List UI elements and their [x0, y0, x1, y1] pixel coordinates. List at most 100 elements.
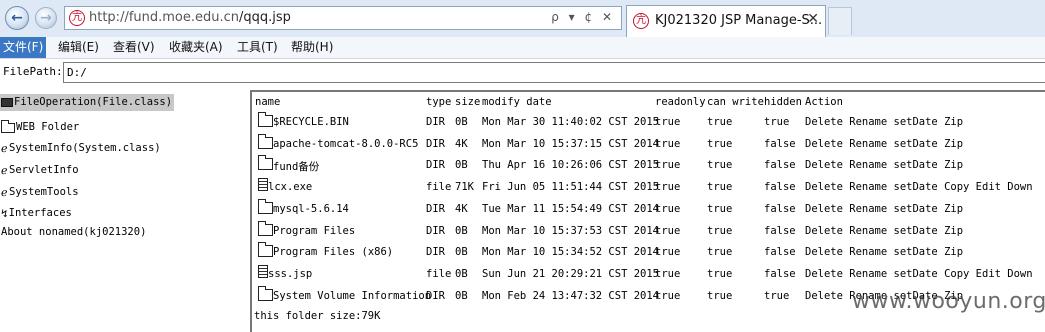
cell-can-write: true	[707, 246, 733, 259]
filepath-label: FilePath:	[3, 65, 63, 78]
folder-size: this folder size:79K	[254, 310, 381, 322]
cell-type: DIR	[426, 224, 445, 237]
cell-name-link[interactable]: Program Files	[273, 225, 355, 237]
tab-close-icon[interactable]: ✕	[807, 11, 819, 27]
cell-actions[interactable]: Delete Rename setDate Copy Edit Down	[805, 268, 1033, 280]
cell-modify-date: Fri Jun 05 11:51:44 CST 2015	[482, 181, 660, 194]
cell-can-write: true	[707, 267, 733, 280]
cell-name-link[interactable]: System Volume Information	[273, 290, 431, 302]
cell-actions[interactable]: Delete Rename setDate Zip	[805, 225, 963, 237]
cell-name-link[interactable]: sss.jsp	[268, 268, 312, 280]
cell-can-write: true	[707, 224, 733, 237]
file-icon	[258, 178, 268, 192]
table-row: Program Files DIR 0B Mon Mar 10 15:37:53 CS…	[252, 220, 1045, 242]
cell-modify-date: Mon Mar 10 15:37:15 CST 2014	[482, 137, 660, 150]
cell-name-link[interactable]: fund备份	[273, 159, 319, 174]
cell-type: DIR	[426, 202, 445, 215]
cell-can-write: true	[707, 137, 733, 150]
menu-file[interactable]: 文件(F)	[0, 37, 47, 58]
cell-actions[interactable]: Delete Rename setDate Copy Edit Down	[805, 181, 1033, 193]
address-bar[interactable]: 亢 http://fund.moe.edu.cn/qqq.jsp ρ ▾ ¢ ✕	[64, 6, 622, 30]
cell-actions[interactable]: Delete Rename setDate Zip	[805, 159, 963, 171]
cell-can-write: true	[707, 289, 733, 302]
cell-size: 0B	[455, 159, 468, 172]
cell-hidden: false	[764, 267, 796, 280]
cell-actions[interactable]: Delete Rename setDate Zip	[805, 203, 963, 215]
nav-interfaces[interactable]: ↯ Interfaces	[1, 205, 72, 222]
col-header-modify-date: modify date	[482, 96, 552, 108]
menu-view[interactable]: 查看(V)	[110, 37, 158, 58]
folder-icon	[258, 242, 273, 258]
nav-file-operation[interactable]: FileOperation(File.class)	[0, 94, 175, 111]
menu-edit[interactable]: 编辑(E)	[55, 37, 102, 58]
table-row: Program Files (x86) DIR 0B Mon Mar 10 15:34…	[252, 242, 1045, 263]
plug-icon: ℯ	[1, 186, 8, 199]
cell-readonly: true	[655, 224, 681, 237]
table-row: mysql-5.6.14 DIR 4K Tue Mar 11 15:54:49 CST…	[252, 198, 1045, 220]
cell-can-write: true	[707, 202, 733, 215]
nav-servlet-info[interactable]: ℯ ServletInfo	[1, 162, 79, 179]
cell-modify-date: Mon Feb 24 13:47:32 CST 2014	[482, 289, 660, 302]
nav-label: SystemInfo(System.class)	[9, 142, 161, 154]
cell-type: DIR	[426, 246, 445, 259]
tab-favicon-icon: 亢	[633, 13, 649, 29]
cell-actions[interactable]: Delete Rename setDate Zip	[805, 246, 963, 258]
url-host: http://fund.moe.edu.cn	[89, 10, 240, 25]
cell-hidden: false	[764, 137, 796, 150]
filepath-row: FilePath:	[0, 62, 1045, 84]
tab-active[interactable]: 亢 KJ021320 JSP Manage-S... ✕	[626, 5, 826, 37]
menu-tools[interactable]: 工具(T)	[234, 37, 281, 58]
cell-name-link[interactable]: Program Files (x86)	[273, 246, 393, 258]
forward-button[interactable]: →	[35, 7, 57, 29]
cell-modify-date: Tue Mar 11 15:54:49 CST 2014	[482, 202, 660, 215]
tab-title: KJ021320 JSP Manage-S...	[655, 13, 823, 28]
cell-modify-date: Mon Mar 10 15:34:52 CST 2014	[482, 246, 660, 259]
nav-about[interactable]: About nonamed(kj021320)	[1, 224, 146, 241]
cell-name-link[interactable]: mysql-5.6.14	[273, 203, 349, 215]
plug-icon: ℯ	[1, 142, 8, 155]
cell-modify-date: Mon Mar 30 11:40:02 CST 2015	[482, 116, 660, 128]
folder-icon	[258, 133, 273, 149]
menu-help[interactable]: 帮助(H)	[288, 37, 336, 58]
nav-system-tools[interactable]: ℯ SystemTools	[1, 184, 79, 201]
address-url[interactable]: http://fund.moe.edu.cn/qqq.jsp	[89, 10, 291, 25]
nav-system-info[interactable]: ℯ SystemInfo(System.class)	[1, 140, 161, 157]
address-tools[interactable]: ρ ▾ ¢ ✕	[551, 10, 615, 24]
folder-icon	[258, 112, 273, 127]
cell-modify-date: Thu Apr 16 10:26:06 CST 2015	[482, 159, 660, 172]
nav-label: SystemTools	[9, 186, 79, 198]
col-header-size: size	[455, 96, 481, 108]
col-header-action: Action	[805, 96, 843, 108]
watermark-text: www.wooyun.org	[852, 289, 1045, 314]
col-header-can-write: can write	[707, 96, 764, 108]
cell-hidden: true	[764, 289, 790, 302]
cell-readonly: true	[655, 202, 681, 215]
cell-size: 0B	[455, 224, 468, 237]
cell-size: 4K	[455, 137, 468, 150]
cell-can-write: true	[707, 159, 733, 172]
cell-name-link[interactable]: $RECYCLE.BIN	[273, 116, 349, 128]
filepath-input[interactable]	[63, 62, 1045, 83]
back-button[interactable]: ←	[5, 6, 29, 30]
cell-type: DIR	[426, 289, 445, 302]
cell-readonly: true	[655, 181, 681, 194]
cell-actions[interactable]: Delete Rename setDate Zip	[805, 138, 963, 150]
nav-web-folder[interactable]: WEB Folder	[1, 119, 79, 136]
cell-can-write: true	[707, 116, 733, 128]
cell-actions[interactable]: Delete Rename setDate Zip	[805, 116, 963, 128]
cell-size: 0B	[455, 116, 468, 128]
nav-label: ServletInfo	[9, 164, 79, 176]
col-header-type: type	[426, 96, 452, 108]
file-icon	[258, 264, 268, 278]
table-row: apache-tomcat-8.0.0-RC5 DIR 4K Mon Mar 10 1…	[252, 133, 1045, 155]
plug-icon: ℯ	[1, 164, 8, 177]
cell-name-link[interactable]: lcx.exe	[268, 181, 312, 193]
cell-name-link[interactable]: apache-tomcat-8.0.0-RC5	[273, 138, 418, 150]
nav-label: Interfaces	[8, 207, 72, 219]
cell-type: DIR	[426, 116, 445, 128]
nav-label: FileOperation(File.class)	[14, 96, 173, 108]
cell-type: DIR	[426, 137, 445, 150]
menu-favorites[interactable]: 收藏夹(A)	[166, 37, 226, 58]
col-header-name: name	[255, 96, 281, 108]
new-tab-button[interactable]	[828, 7, 852, 35]
